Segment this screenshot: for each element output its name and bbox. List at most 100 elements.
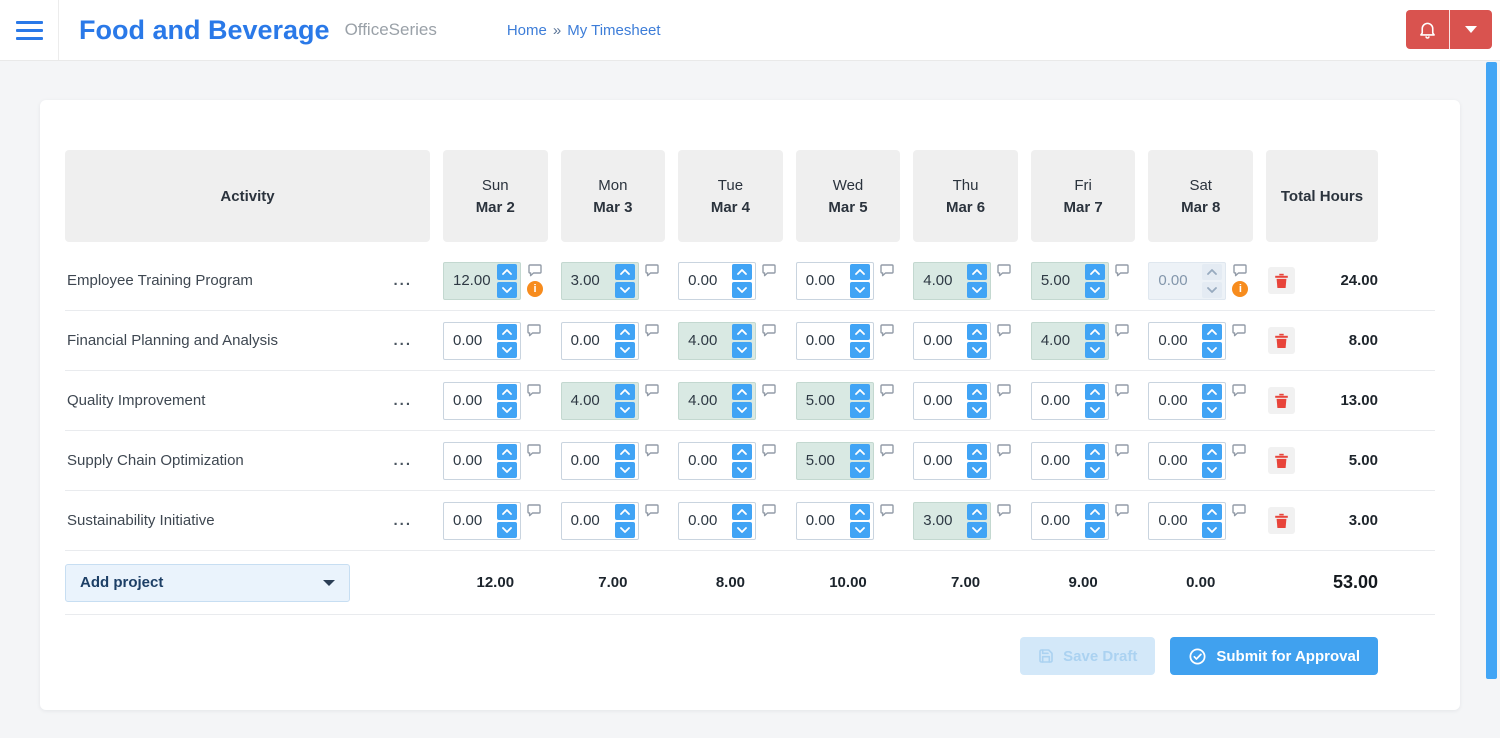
chevron-down-icon[interactable] xyxy=(497,461,517,478)
chevron-up-icon[interactable] xyxy=(849,503,870,520)
hours-input[interactable]: 0.00 xyxy=(560,321,639,360)
comment-bubble-icon[interactable] xyxy=(1232,443,1247,457)
chevron-up-icon[interactable] xyxy=(1202,503,1223,520)
chevron-up-icon[interactable] xyxy=(1202,443,1223,460)
hours-input[interactable]: 0.00 xyxy=(913,441,992,480)
chevron-down-icon[interactable] xyxy=(967,401,988,418)
comment-bubble-icon[interactable] xyxy=(997,263,1011,277)
chevron-up-icon[interactable] xyxy=(732,323,753,340)
hours-input[interactable]: 0.00 xyxy=(795,321,874,360)
comment-bubble-icon[interactable] xyxy=(762,323,776,337)
comment-bubble-icon[interactable] xyxy=(880,263,894,277)
chevron-down-icon[interactable] xyxy=(1084,401,1105,418)
chevron-up-icon[interactable] xyxy=(497,383,517,400)
chevron-down-icon[interactable] xyxy=(1084,341,1105,358)
hours-input[interactable]: 5.00 xyxy=(795,441,874,480)
chevron-up-icon[interactable] xyxy=(497,503,517,520)
chevron-up-icon[interactable] xyxy=(1084,443,1105,460)
bell-icon[interactable] xyxy=(1406,10,1449,49)
chevron-down-icon[interactable] xyxy=(614,401,635,418)
comment-bubble-icon[interactable] xyxy=(1233,263,1248,277)
comment-bubble-icon[interactable] xyxy=(997,383,1011,397)
comment-bubble-icon[interactable] xyxy=(880,503,894,517)
breadcrumb-home-link[interactable]: Home xyxy=(507,22,547,39)
chevron-down-icon[interactable] xyxy=(1202,461,1223,478)
chevron-up-icon[interactable] xyxy=(1084,503,1105,520)
hours-input[interactable]: 0.00 xyxy=(913,381,992,420)
chevron-up-icon[interactable] xyxy=(497,263,517,280)
chevron-down-icon[interactable] xyxy=(614,341,635,358)
chevron-down-icon[interactable] xyxy=(849,281,870,298)
chevron-up-icon[interactable] xyxy=(732,263,753,280)
chevron-down-icon[interactable] xyxy=(967,461,988,478)
trash-icon[interactable] xyxy=(1267,387,1295,414)
chevron-up-icon[interactable] xyxy=(849,443,870,460)
hours-input[interactable]: 4.00 xyxy=(678,321,757,360)
chevron-down-icon[interactable] xyxy=(1084,461,1105,478)
chevron-down-icon[interactable] xyxy=(614,461,635,478)
hours-input[interactable]: 0.00 xyxy=(795,501,874,540)
chevron-up-icon[interactable] xyxy=(614,383,635,400)
comment-bubble-icon[interactable] xyxy=(644,263,659,277)
chevron-up-icon[interactable] xyxy=(732,503,753,520)
chevron-down-icon[interactable] xyxy=(732,521,753,538)
chevron-down-icon[interactable] xyxy=(732,281,753,298)
chevron-down-icon[interactable] xyxy=(1202,521,1223,538)
chevron-up-icon[interactable] xyxy=(614,323,635,340)
hours-input[interactable]: 3.00 xyxy=(913,501,992,540)
hours-input[interactable]: 0.00 xyxy=(1148,261,1227,300)
chevron-up-icon[interactable] xyxy=(497,443,517,460)
hours-input[interactable]: 0.00 xyxy=(678,261,757,300)
chevron-up-icon[interactable] xyxy=(1202,323,1223,340)
hours-input[interactable]: 0.00 xyxy=(795,261,874,300)
hours-input[interactable]: 0.00 xyxy=(1148,501,1227,540)
comment-bubble-icon[interactable] xyxy=(880,323,894,337)
comment-bubble-icon[interactable] xyxy=(880,443,894,457)
comment-bubble-icon[interactable] xyxy=(644,383,659,397)
hours-input[interactable]: 5.00 xyxy=(1030,261,1109,300)
hours-input[interactable]: 0.00 xyxy=(560,441,639,480)
hours-input[interactable]: 0.00 xyxy=(1148,321,1227,360)
chevron-up-icon[interactable] xyxy=(1084,383,1105,400)
chevron-up-icon[interactable] xyxy=(732,383,753,400)
chevron-up-icon[interactable] xyxy=(849,383,870,400)
hours-input[interactable]: 4.00 xyxy=(560,381,639,420)
comment-bubble-icon[interactable] xyxy=(762,263,776,277)
chevron-up-icon[interactable] xyxy=(614,443,635,460)
comment-bubble-icon[interactable] xyxy=(1232,323,1247,337)
hours-input[interactable]: 0.00 xyxy=(1148,441,1227,480)
chevron-up-icon[interactable] xyxy=(849,263,870,280)
comment-bubble-icon[interactable] xyxy=(644,503,659,517)
comment-bubble-icon[interactable] xyxy=(997,323,1011,337)
chevron-down-icon[interactable] xyxy=(849,461,870,478)
hours-input[interactable]: 0.00 xyxy=(913,321,992,360)
hours-input[interactable]: 0.00 xyxy=(443,321,521,360)
chevron-down-icon[interactable] xyxy=(1084,281,1105,298)
chevron-down-icon[interactable] xyxy=(849,341,870,358)
chevron-down-icon[interactable] xyxy=(1084,521,1105,538)
row-menu-button[interactable]: ... xyxy=(389,393,416,408)
comment-bubble-icon[interactable] xyxy=(528,263,542,277)
chevron-up-icon[interactable] xyxy=(967,443,988,460)
comment-bubble-icon[interactable] xyxy=(997,503,1011,517)
hours-input[interactable]: 0.00 xyxy=(560,501,639,540)
chevron-up-icon[interactable] xyxy=(967,383,988,400)
chevron-up-icon[interactable] xyxy=(732,443,753,460)
chevron-down-icon[interactable] xyxy=(849,401,870,418)
chevron-up-icon[interactable] xyxy=(614,503,635,520)
hours-input[interactable]: 4.00 xyxy=(678,381,757,420)
chevron-up-icon[interactable] xyxy=(967,323,988,340)
submit-for-approval-button[interactable]: Submit for Approval xyxy=(1170,637,1378,675)
comment-bubble-icon[interactable] xyxy=(1115,263,1129,277)
comment-bubble-icon[interactable] xyxy=(1232,383,1247,397)
chevron-down-icon[interactable] xyxy=(497,281,517,298)
trash-icon[interactable] xyxy=(1267,267,1295,294)
hours-input[interactable]: 4.00 xyxy=(1030,321,1109,360)
chevron-down-icon[interactable] xyxy=(967,341,988,358)
comment-bubble-icon[interactable] xyxy=(1115,383,1129,397)
user-menu-caret-button[interactable] xyxy=(1449,10,1492,49)
chevron-down-icon[interactable] xyxy=(497,341,517,358)
chevron-down-icon[interactable] xyxy=(1202,341,1223,358)
chevron-down-icon[interactable] xyxy=(497,401,517,418)
row-menu-button[interactable]: ... xyxy=(389,333,416,348)
